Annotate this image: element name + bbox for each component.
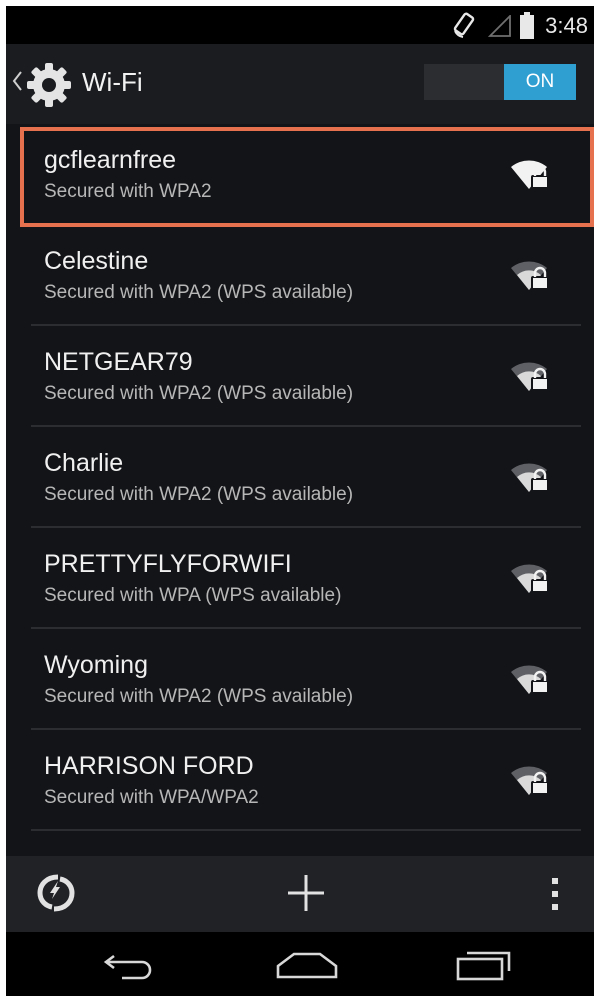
- wifi-locked-icon: [510, 764, 550, 801]
- network-row-wyoming[interactable]: Wyoming Secured with WPA2 (WPS available…: [6, 629, 594, 730]
- network-row-harrison-ford[interactable]: HARRISON FORD Secured with WPA/WPA2: [6, 730, 594, 831]
- nav-back-icon[interactable]: [102, 950, 160, 985]
- wifi-locked-icon: [510, 360, 550, 397]
- toggle-on-label: ON: [504, 64, 576, 100]
- network-name: gcflearnfree: [44, 146, 177, 174]
- cell-signal-icon: [487, 13, 512, 42]
- network-name: NETGEAR79: [44, 348, 193, 376]
- nav-recent-apps-icon[interactable]: [455, 949, 513, 986]
- back-chevron-icon[interactable]: [11, 70, 23, 97]
- bottom-toolbar: [6, 856, 594, 932]
- network-row-celestine[interactable]: Celestine Secured with WPA2 (WPS availab…: [6, 225, 594, 326]
- network-row-charlie[interactable]: Charlie Secured with WPA2 (WPS available…: [6, 427, 594, 528]
- wps-icon[interactable]: [36, 873, 76, 918]
- network-security: Secured with WPA2: [44, 181, 212, 202]
- network-list: gcflearnfree Secured with WPA2 Celestine…: [6, 124, 594, 856]
- wifi-locked-icon: [510, 461, 550, 498]
- page-title: Wi-Fi: [82, 67, 143, 97]
- network-security: Secured with WPA2 (WPS available): [44, 686, 354, 707]
- network-row-prettyflyforwifi[interactable]: PRETTYFLYFORWIFI Secured with WPA (WPS a…: [6, 528, 594, 629]
- network-name: Charlie: [44, 449, 124, 477]
- network-security: Secured with WPA2 (WPS available): [44, 484, 354, 505]
- add-network-icon[interactable]: [286, 873, 326, 918]
- wifi-locked-icon: [510, 158, 550, 195]
- network-row-gcflearnfree[interactable]: gcflearnfree Secured with WPA2: [6, 124, 594, 227]
- selected-network-highlight: [20, 127, 594, 227]
- status-time: 3:48: [545, 13, 588, 38]
- action-bar: Wi-Fi ON: [6, 44, 594, 124]
- network-name: Celestine: [44, 247, 149, 275]
- status-bar: 3:48: [6, 6, 594, 44]
- wifi-locked-icon: [510, 663, 550, 700]
- network-row-netgear79[interactable]: NETGEAR79 Secured with WPA2 (WPS availab…: [6, 326, 594, 427]
- nav-home-icon[interactable]: [276, 950, 338, 985]
- wifi-locked-icon: [510, 562, 550, 599]
- network-security: Secured with WPA/WPA2: [44, 787, 259, 808]
- network-security: Secured with WPA2 (WPS available): [44, 383, 354, 404]
- network-row-partial[interactable]: [6, 831, 594, 856]
- network-name: PRETTYFLYFORWIFI: [44, 550, 292, 578]
- overflow-menu-icon[interactable]: [550, 876, 560, 917]
- phone-screen: 3:48 Wi-Fi ON gcflearnfree Secured with …: [6, 6, 594, 996]
- network-security: Secured with WPA2 (WPS available): [44, 282, 354, 303]
- network-name: Wyoming: [44, 651, 148, 679]
- navigation-bar: [6, 932, 594, 996]
- wifi-toggle[interactable]: ON: [424, 64, 576, 100]
- battery-icon: [519, 12, 535, 44]
- wifi-locked-icon: [510, 259, 550, 296]
- network-security: Secured with WPA (WPS available): [44, 585, 342, 606]
- rotation-lock-icon: [452, 11, 478, 44]
- gear-icon[interactable]: [26, 62, 72, 113]
- network-name: HARRISON FORD: [44, 752, 254, 780]
